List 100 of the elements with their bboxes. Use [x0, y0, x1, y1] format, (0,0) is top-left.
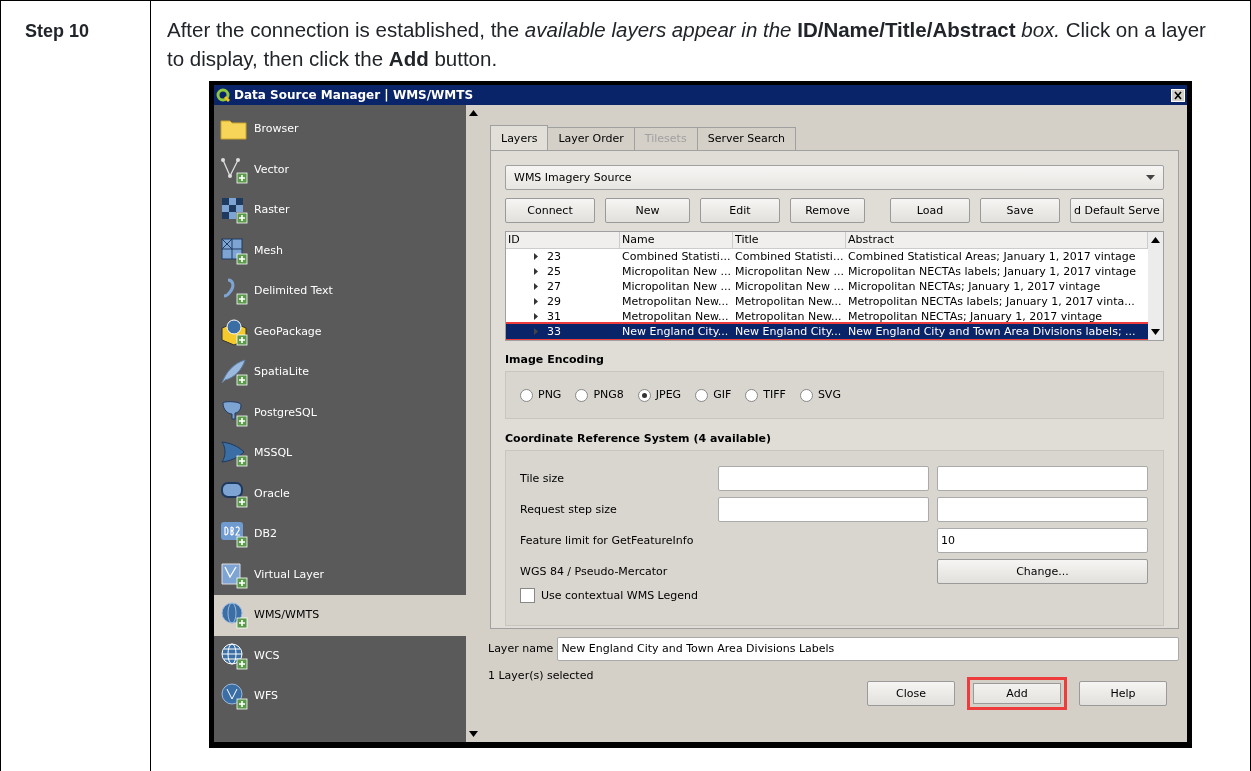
toolbar-button[interactable]: Save — [980, 198, 1060, 223]
expand-arrow-icon[interactable] — [534, 313, 538, 320]
radio-option[interactable]: GIF — [695, 388, 732, 402]
column-header[interactable]: Title — [733, 232, 846, 248]
dropdown-caret-icon — [1146, 175, 1155, 180]
dropdown-value: WMS Imagery Source — [514, 170, 632, 185]
input-field[interactable] — [718, 466, 929, 491]
expand-arrow-icon[interactable] — [534, 298, 538, 305]
field-label: Request step size — [520, 502, 618, 517]
radio-option[interactable]: JPEG — [637, 388, 682, 402]
toolbar-button[interactable]: Remove — [790, 198, 865, 223]
table-cell-text: Metropolitan New... — [621, 294, 730, 309]
sail-icon — [220, 439, 248, 468]
sidebar-item[interactable]: Mesh — [214, 230, 466, 271]
radio-option[interactable]: PNG — [520, 388, 562, 402]
tree-row[interactable]: 33 New England City... New England City... New England City and Town Area Divisions labels; ... — [506, 324, 1148, 339]
dialog-button[interactable]: Close — [867, 681, 955, 706]
section-title: Image Encoding — [505, 353, 605, 367]
table-cell-text: Combined Statistical Areas; January 1, 2017 vintage — [847, 249, 1137, 264]
column-header[interactable]: ID — [506, 232, 620, 248]
layer-name-field[interactable]: New England City and Town Area Divisions Labels — [557, 637, 1179, 661]
globe-icon — [220, 641, 248, 670]
input-field[interactable] — [937, 497, 1148, 522]
input-field[interactable] — [718, 497, 929, 522]
table-cell-text: Metropolitan New... — [621, 309, 730, 324]
tree-row[interactable]: 31 Metropolitan New... Metropolitan New... Metropolitan NECTAs; January 1, 2017 vintage — [506, 309, 1148, 324]
expand-arrow-icon[interactable] — [534, 283, 538, 290]
input-field[interactable]: 10 — [937, 528, 1148, 553]
table-cell: 23 — [547, 249, 561, 264]
sidebar-item[interactable]: Browser — [214, 109, 466, 150]
sidebar-item[interactable]: WCS — [214, 635, 466, 676]
sidebar-item[interactable]: WFS — [214, 676, 466, 717]
field-label: Feature limit for GetFeatureInfo — [520, 533, 695, 548]
field-label: Layer name — [488, 642, 554, 656]
dialog-button[interactable]: Add — [967, 677, 1067, 710]
section-title: Coordinate Reference System (4 available) — [505, 432, 773, 446]
feather-icon — [220, 358, 248, 387]
toolbar-button[interactable]: New — [605, 198, 690, 223]
sidebar-item[interactable]: GeoPackage — [214, 311, 466, 352]
checkbox[interactable] — [520, 588, 535, 603]
expand-arrow-icon[interactable] — [534, 253, 538, 260]
sidebar-item[interactable]: Oracle — [214, 473, 466, 514]
table-cell-text: Micropolitan New ... — [734, 279, 845, 294]
tree-row[interactable]: 27 Micropolitan New ... Micropolitan New ... Micropolitan NECTAs; January 1, 2017 vintage — [506, 279, 1148, 294]
toolbar-button[interactable]: Connect — [505, 198, 595, 223]
sidebar-item[interactable]: WMS/WMTS — [214, 595, 466, 636]
scroll-up-icon[interactable] — [469, 110, 478, 116]
radio-button[interactable] — [695, 388, 709, 402]
radio-button[interactable] — [575, 388, 589, 402]
field-label: Tile size — [520, 471, 566, 486]
table-cell-text: Combined Statisti... — [734, 249, 845, 264]
table-cell: 31 — [547, 309, 561, 324]
table-cell-text: Metropolitan NECTAs; January 1, 2017 vintage — [847, 309, 1104, 324]
table-cell-text: Metropolitan NECTAs labels; January 1, 2017 vinta... — [847, 294, 1136, 309]
sidebar-item[interactable]: PostgreSQL — [214, 392, 466, 433]
field-label: WGS 84 / Pseudo-Mercator — [520, 564, 669, 579]
tree-scrollbar[interactable] — [1148, 232, 1163, 340]
column-header[interactable]: Name — [620, 232, 733, 248]
tab[interactable]: Server Search — [696, 127, 797, 150]
table-cell-text: Micropolitan New ... — [621, 279, 732, 294]
connection-dropdown[interactable]: WMS Imagery Source — [505, 165, 1164, 190]
scroll-down-icon[interactable] — [1151, 329, 1160, 335]
toolbar-button[interactable]: d Default Serve — [1070, 198, 1164, 223]
sidebar-item[interactable]: DB2 — [214, 514, 466, 555]
sidebar-item[interactable]: MSSQL — [214, 433, 466, 474]
sidebar-item[interactable]: Vector — [214, 149, 466, 190]
radio-button[interactable] — [520, 388, 533, 402]
toolbar-button[interactable]: Edit — [700, 198, 780, 223]
radio-option[interactable]: TIFF — [745, 388, 786, 402]
radio-option[interactable]: SVG — [799, 388, 841, 402]
tree-row[interactable]: 23 Combined Statisti... Combined Statisti... Combined Statistical Areas; January 1, 2017 vintage — [506, 249, 1148, 264]
sidebar-item[interactable]: Raster — [214, 190, 466, 231]
table-cell: 29 — [547, 294, 561, 309]
radio-button[interactable] — [799, 388, 813, 402]
sidebar-item[interactable]: SpatiaLite — [214, 352, 466, 393]
tab[interactable]: Layers — [490, 125, 549, 150]
tree-row[interactable]: 25 Micropolitan New ... Micropolitan New ... Micropolitan NECTAs labels; January 1, 2017 vintage — [506, 264, 1148, 279]
sidebar-item[interactable]: Virtual Layer — [214, 554, 466, 595]
radio-option[interactable]: PNG8 — [575, 388, 624, 402]
input-field[interactable] — [937, 466, 1148, 491]
vector-icon — [220, 155, 248, 184]
step-label: Step 10 — [25, 21, 90, 41]
checkbox-option[interactable]: Use contextual WMS Legend — [520, 588, 1149, 603]
db2-icon — [220, 520, 248, 549]
instruction-text: After the connection is established, the available layers appear in the ID/Name/Title/Abstract box. Click on a layer to display, then click the Add button. — [167, 17, 1207, 72]
table-cell-text: New England City... — [621, 324, 730, 339]
toolbar-button[interactable]: Load — [890, 198, 970, 223]
radio-button[interactable] — [637, 388, 651, 402]
sidebar-item[interactable]: Delimited Text — [214, 271, 466, 312]
close-icon[interactable] — [1171, 88, 1185, 102]
radio-button[interactable] — [745, 388, 759, 402]
expand-arrow-icon[interactable] — [534, 268, 538, 275]
change-button[interactable]: Change... — [937, 559, 1148, 584]
table-cell-text: New England City... — [734, 324, 843, 339]
scroll-down-icon[interactable] — [469, 731, 478, 737]
scrollbar[interactable] — [466, 105, 481, 742]
dialog-button[interactable]: Help — [1079, 681, 1167, 706]
scroll-up-icon[interactable] — [1151, 237, 1160, 243]
table-cell-text: Micropolitan New ... — [734, 264, 845, 279]
tree-row[interactable]: 29 Metropolitan New... Metropolitan New... Metropolitan NECTAs labels; January 1, 2017 vinta... — [506, 294, 1148, 309]
